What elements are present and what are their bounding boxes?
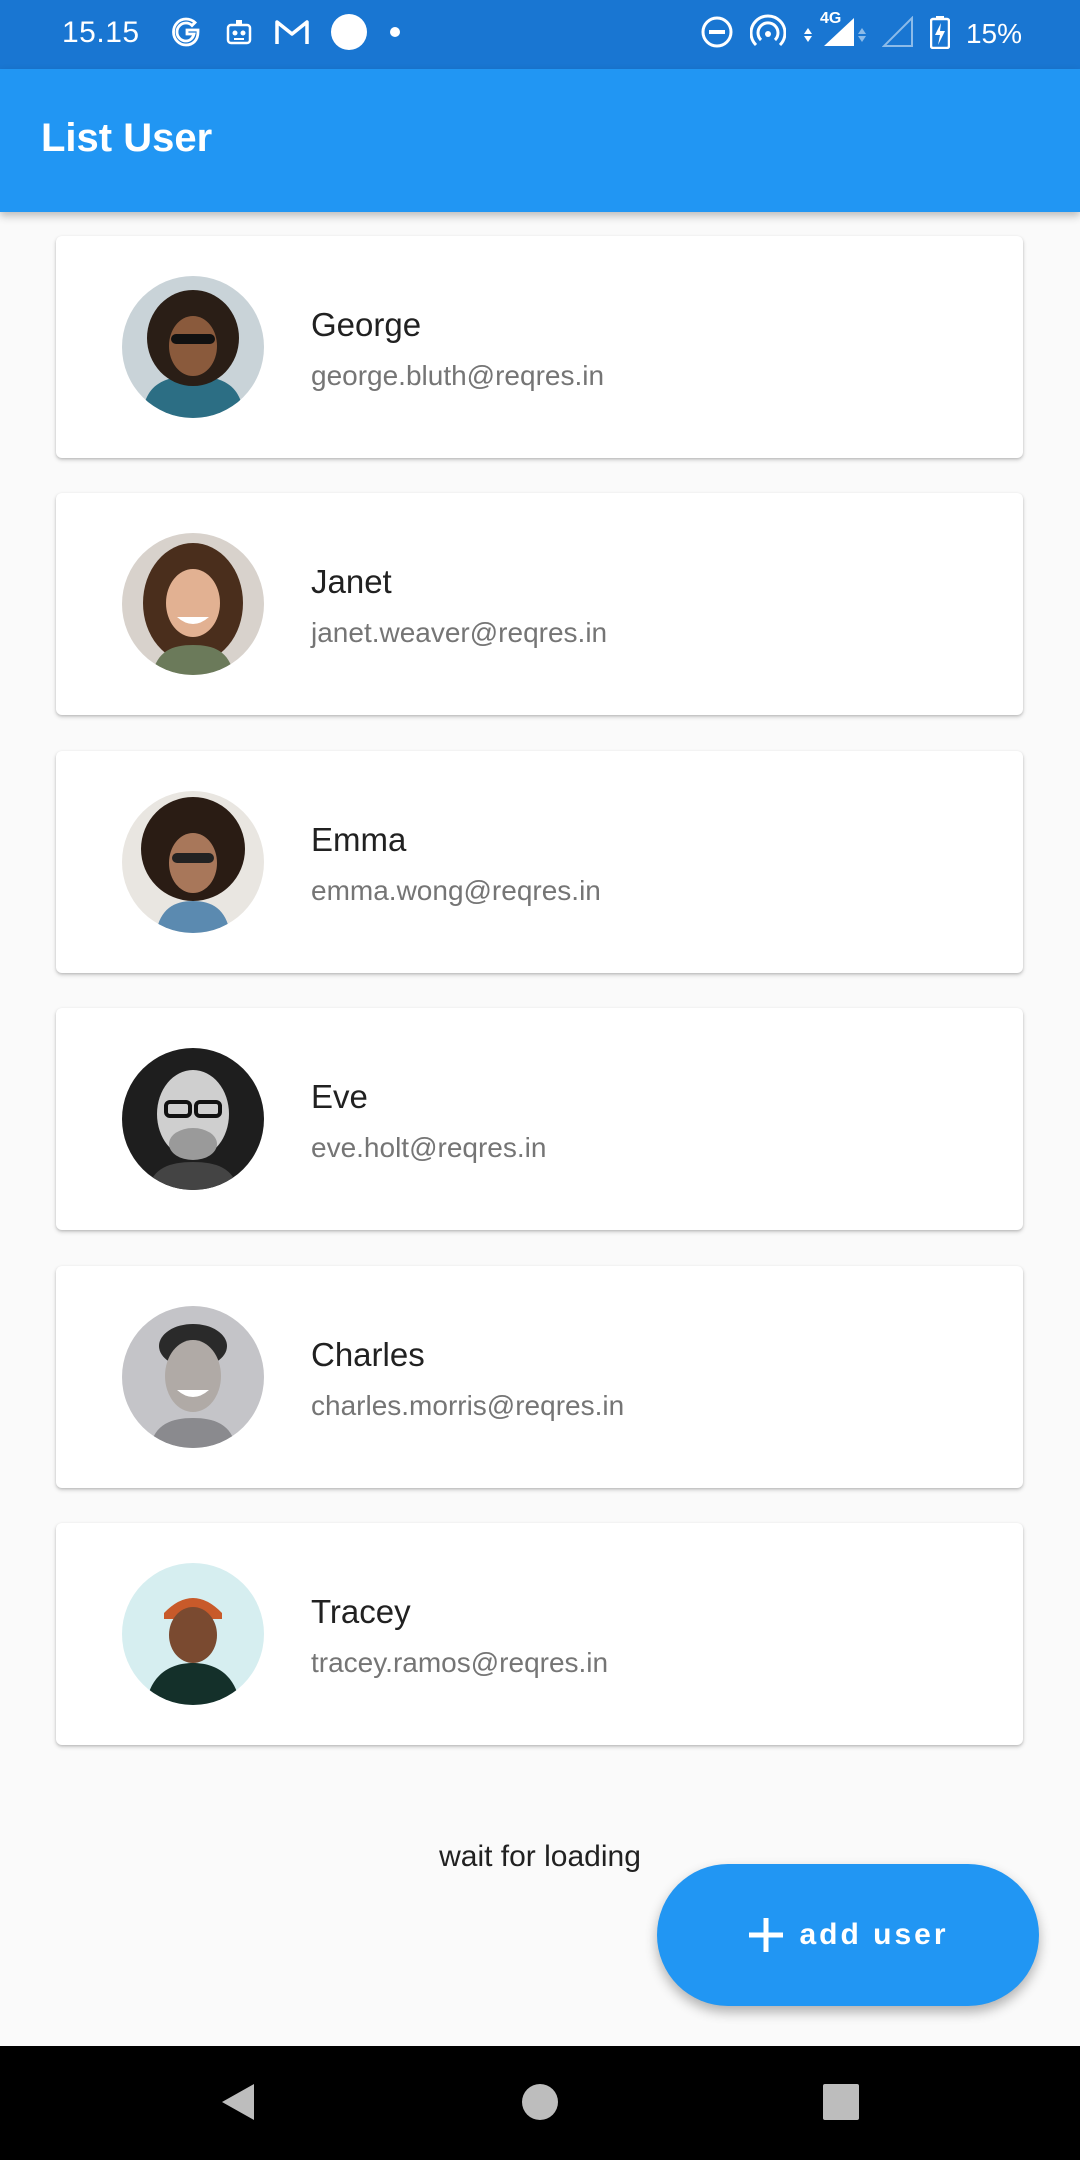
signal-4g-icon: 4G xyxy=(802,10,866,55)
user-name: George xyxy=(311,306,422,343)
user-card[interactable]: Eve eve.holt@reqres.in xyxy=(56,1008,1023,1230)
status-time: 15.15 xyxy=(62,16,140,49)
robot-icon xyxy=(224,17,254,52)
user-email: eve.holt@reqres.in xyxy=(311,1132,547,1163)
battery-charging-icon xyxy=(929,15,951,54)
avatar xyxy=(122,791,264,933)
avatar xyxy=(122,1048,264,1190)
circle-icon xyxy=(330,13,368,56)
user-name: Janet xyxy=(311,563,392,600)
user-card[interactable]: Charles charles.morris@reqres.in xyxy=(56,1266,1023,1488)
avatar xyxy=(122,1563,264,1705)
battery-percent: 15% xyxy=(965,18,1022,49)
avatar xyxy=(122,276,264,418)
user-email: tracey.ramos@reqres.in xyxy=(311,1647,609,1678)
recents-icon[interactable] xyxy=(821,2080,861,2129)
page-title: List User xyxy=(41,116,213,160)
gmail-icon xyxy=(274,17,310,52)
system-status-icons: 4G 15% xyxy=(700,10,1022,55)
do-not-disturb-icon xyxy=(700,15,734,54)
user-email: janet.weaver@reqres.in xyxy=(311,617,608,648)
user-card[interactable]: George george.bluth@reqres.in xyxy=(56,236,1023,458)
network-type-label: 4G xyxy=(819,9,842,27)
hotspot-icon xyxy=(749,13,787,55)
user-name: Emma xyxy=(311,821,407,858)
dot-icon xyxy=(388,25,402,44)
status-bar: 15.15 4G 15% xyxy=(0,0,1080,69)
notification-icons xyxy=(170,13,402,56)
user-card[interactable]: Emma emma.wong@reqres.in xyxy=(56,751,1023,973)
home-icon[interactable] xyxy=(520,2080,560,2129)
app-bar: List User xyxy=(0,69,1080,212)
user-name: Charles xyxy=(311,1336,425,1373)
google-icon xyxy=(170,15,204,54)
back-icon[interactable] xyxy=(218,2080,258,2129)
user-email: charles.morris@reqres.in xyxy=(311,1390,625,1421)
user-card[interactable]: Janet janet.weaver@reqres.in xyxy=(56,493,1023,715)
user-email: george.bluth@reqres.in xyxy=(311,360,605,391)
add-user-button[interactable]: add user xyxy=(657,1864,1039,2006)
user-card[interactable]: Tracey tracey.ramos@reqres.in xyxy=(56,1523,1023,1745)
user-name: Eve xyxy=(311,1078,368,1115)
signal-empty-icon xyxy=(881,15,914,53)
add-user-label: add user xyxy=(799,1918,949,1951)
user-name: Tracey xyxy=(311,1593,411,1630)
plus-icon xyxy=(747,1916,785,1954)
navigation-bar xyxy=(0,2046,1080,2160)
avatar xyxy=(122,533,264,675)
avatar xyxy=(122,1306,264,1448)
user-email: emma.wong@reqres.in xyxy=(311,875,601,906)
